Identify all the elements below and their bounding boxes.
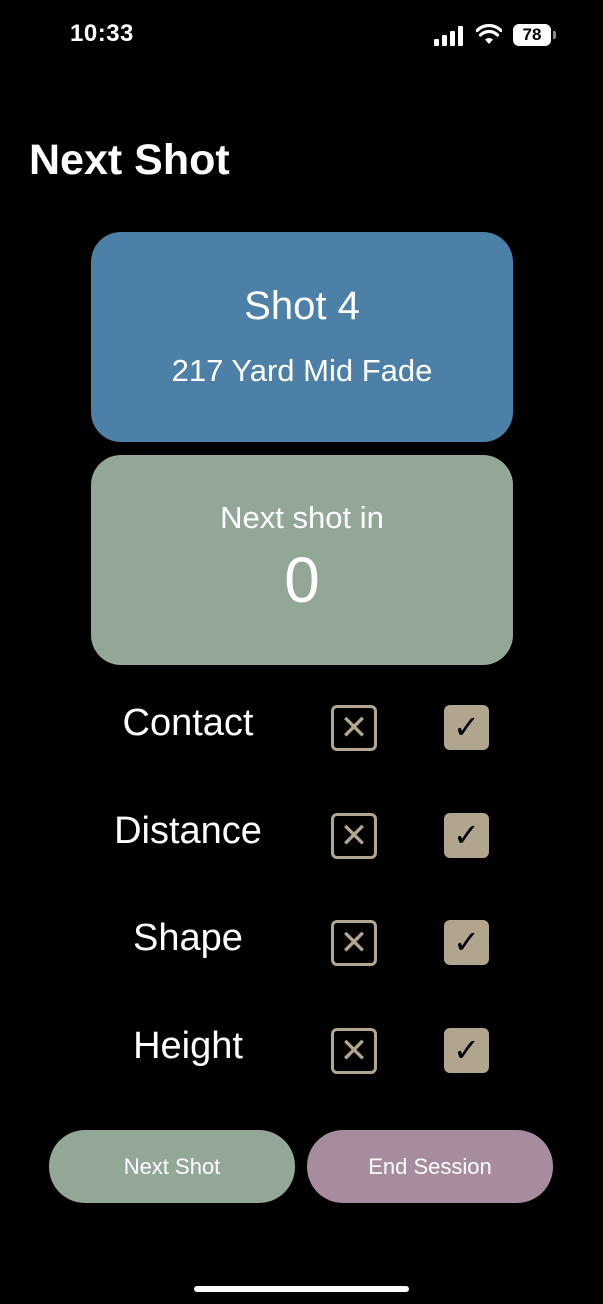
metric-row-height: Height ✕ ✓ — [0, 1021, 603, 1081]
shape-fail-checkbox[interactable]: ✕ — [331, 920, 377, 966]
contact-pass-checkbox[interactable]: ✓ — [444, 705, 489, 750]
status-bar: 10:33 78 — [0, 0, 603, 70]
shot-card: Shot 4 217 Yard Mid Fade — [91, 232, 513, 442]
shot-number: Shot 4 — [244, 284, 360, 328]
metric-row-contact: Contact ✕ ✓ — [0, 698, 603, 758]
x-icon: ✕ — [339, 817, 369, 855]
height-fail-checkbox[interactable]: ✕ — [331, 1028, 377, 1074]
wifi-icon — [476, 24, 502, 44]
end-session-button[interactable]: End Session — [307, 1130, 553, 1203]
metric-row-distance: Distance ✕ ✓ — [0, 806, 603, 866]
distance-fail-checkbox[interactable]: ✕ — [331, 813, 377, 859]
timer-card: Next shot in 0 — [91, 455, 513, 665]
metric-label: Distance — [114, 810, 262, 852]
cellular-signal-icon — [434, 26, 463, 46]
shape-pass-checkbox[interactable]: ✓ — [444, 920, 489, 965]
shot-description: 217 Yard Mid Fade — [171, 353, 433, 388]
check-icon: ✓ — [453, 817, 480, 853]
metric-label: Contact — [122, 702, 254, 744]
check-icon: ✓ — [453, 924, 480, 960]
metric-label: Shape — [133, 917, 243, 959]
battery-tip — [553, 31, 556, 39]
check-icon: ✓ — [453, 709, 480, 745]
timer-label: Next shot in — [220, 500, 384, 535]
home-indicator[interactable] — [194, 1286, 409, 1292]
contact-fail-checkbox[interactable]: ✕ — [331, 705, 377, 751]
battery-icon: 78 — [513, 24, 557, 48]
page-title: Next Shot — [29, 136, 230, 184]
x-icon: ✕ — [339, 1032, 369, 1070]
battery-level: 78 — [513, 24, 551, 46]
timer-value: 0 — [284, 544, 320, 616]
height-pass-checkbox[interactable]: ✓ — [444, 1028, 489, 1073]
metric-label: Height — [133, 1025, 243, 1067]
distance-pass-checkbox[interactable]: ✓ — [444, 813, 489, 858]
next-shot-button[interactable]: Next Shot — [49, 1130, 295, 1203]
status-time: 10:33 — [70, 20, 134, 47]
metric-row-shape: Shape ✕ ✓ — [0, 913, 603, 973]
x-icon: ✕ — [339, 924, 369, 962]
check-icon: ✓ — [453, 1032, 480, 1068]
x-icon: ✕ — [339, 709, 369, 747]
